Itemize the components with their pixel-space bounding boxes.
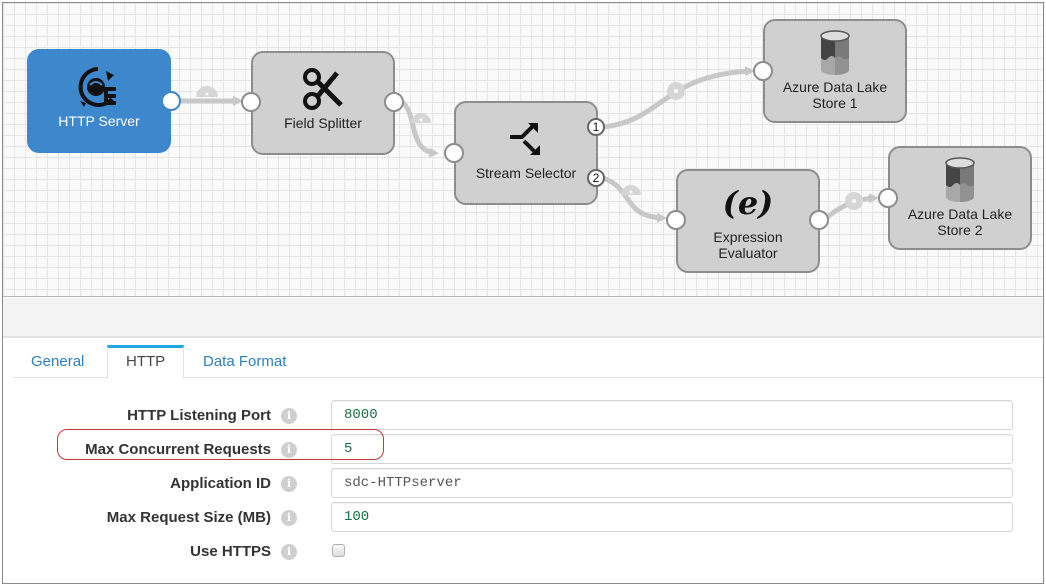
field-label: Max Concurrent Requests xyxy=(85,441,271,458)
gauge-icon[interactable] xyxy=(621,185,641,195)
node-label-line1: Azure Data Lake xyxy=(907,206,1013,222)
field-label: Max Request Size (MB) xyxy=(106,509,271,526)
database-cylinder-icon xyxy=(945,157,975,202)
gauge-icon[interactable] xyxy=(667,82,685,100)
input-port[interactable] xyxy=(666,210,686,230)
scissors-icon xyxy=(301,67,345,111)
node-label-line1: Expression xyxy=(713,229,783,245)
info-icon[interactable]: i xyxy=(281,544,297,560)
expression-e-icon: (e) xyxy=(722,184,774,222)
field-max-concurrent-requests: Max Concurrent Requests i xyxy=(3,434,1043,464)
node-http-server[interactable]: HTTP Server xyxy=(27,49,171,153)
output-port-1[interactable]: 1 xyxy=(587,118,605,136)
info-icon[interactable]: i xyxy=(281,442,297,458)
info-icon[interactable]: i xyxy=(281,510,297,526)
field-label: Application ID xyxy=(170,475,271,492)
tab-data-format[interactable]: Data Format xyxy=(185,345,304,378)
field-http-listening-port: HTTP Listening Port i xyxy=(3,400,1043,430)
http-listening-port-input[interactable] xyxy=(331,400,1013,430)
field-max-request-size: Max Request Size (MB) i xyxy=(3,502,1043,532)
config-panel-header xyxy=(3,298,1043,338)
max-concurrent-requests-input[interactable] xyxy=(331,434,1013,464)
output-port-2[interactable]: 2 xyxy=(587,169,605,187)
config-panel: General HTTP Data Format HTTP Listening … xyxy=(3,340,1043,583)
use-https-checkbox[interactable] xyxy=(332,544,345,557)
node-field-splitter[interactable]: Field Splitter xyxy=(251,51,395,155)
tab-http[interactable]: HTTP xyxy=(107,345,185,379)
tab-general[interactable]: General xyxy=(13,345,102,378)
link-selector-to-expr[interactable] xyxy=(602,175,667,223)
field-use-https: Use HTTPS i xyxy=(3,536,1043,566)
node-label: Field Splitter xyxy=(284,115,362,131)
stream-split-icon xyxy=(506,117,546,161)
output-port[interactable] xyxy=(809,210,829,230)
node-label-line2: Evaluator xyxy=(718,245,778,261)
info-icon[interactable]: i xyxy=(281,408,297,424)
max-request-size-input[interactable] xyxy=(331,502,1013,532)
database-cylinder-icon xyxy=(820,30,850,75)
application-id-input[interactable] xyxy=(331,468,1013,498)
app-frame: HTTP Server Field Splitter Stream Select… xyxy=(2,2,1044,584)
gauge-icon[interactable] xyxy=(196,86,218,97)
gauge-icon[interactable] xyxy=(411,113,431,123)
node-expression-evaluator[interactable]: (e) Expression Evaluator xyxy=(676,169,820,273)
node-label: Stream Selector xyxy=(475,165,577,181)
field-label: Use HTTPS xyxy=(190,543,271,560)
info-icon[interactable]: i xyxy=(281,476,297,492)
input-port[interactable] xyxy=(878,188,898,208)
node-azure-data-lake-store-2[interactable]: Azure Data Lake Store 2 xyxy=(888,146,1032,250)
config-tabs: General HTTP Data Format xyxy=(13,345,1043,379)
node-label-line1: Azure Data Lake xyxy=(782,79,888,95)
output-port[interactable] xyxy=(161,91,181,111)
field-label: HTTP Listening Port xyxy=(127,407,271,424)
field-application-id: Application ID i xyxy=(3,468,1043,498)
node-azure-data-lake-store-1[interactable]: Azure Data Lake Store 1 xyxy=(763,19,907,123)
node-label: HTTP Server xyxy=(58,113,140,129)
link-splitter-to-selector[interactable] xyxy=(399,98,439,158)
output-port[interactable] xyxy=(384,92,404,112)
input-port[interactable] xyxy=(444,143,464,163)
node-stream-selector[interactable]: Stream Selector xyxy=(454,101,598,205)
input-port[interactable] xyxy=(241,92,261,112)
node-label-line2: Store 2 xyxy=(937,222,983,238)
http-server-icon xyxy=(76,65,122,109)
gauge-icon[interactable] xyxy=(845,192,863,210)
input-port[interactable] xyxy=(753,61,773,81)
pipeline-canvas[interactable]: HTTP Server Field Splitter Stream Select… xyxy=(3,3,1043,297)
node-label-line2: Store 1 xyxy=(812,95,858,111)
